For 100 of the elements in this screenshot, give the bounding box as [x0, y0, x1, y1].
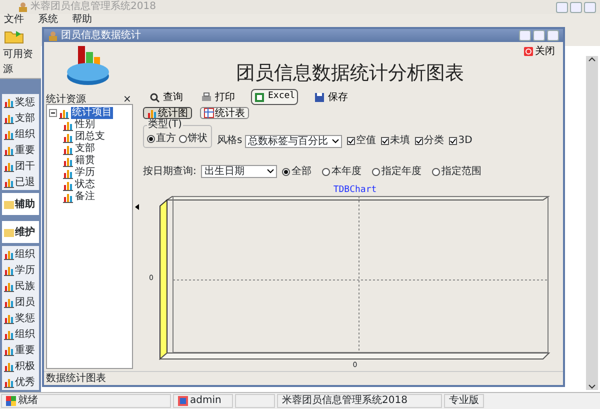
sidebar-item[interactable]: 学历	[2, 262, 39, 278]
chart-icon	[63, 156, 73, 166]
search-icon	[149, 92, 160, 102]
sidebar-item[interactable]: 组织	[2, 126, 39, 142]
folder-icon	[4, 199, 14, 209]
tree-item[interactable]: 籍贯	[49, 155, 130, 167]
style-dropdown[interactable]: 总数标签与百分比	[245, 135, 342, 148]
panel-title: 统计资源	[46, 92, 86, 104]
maximize-button[interactable]	[533, 30, 545, 41]
maximize-button[interactable]	[570, 2, 582, 12]
tree-item[interactable]: 备注	[49, 191, 130, 203]
tree-item[interactable]: 团总支	[49, 131, 130, 143]
status-text: 就绪	[18, 394, 38, 408]
chart-icon	[4, 144, 14, 156]
sidebar-item[interactable]: 团员	[2, 294, 39, 310]
sidebar-group[interactable]: 辅助	[2, 193, 39, 215]
check-icon	[416, 138, 422, 144]
menu-item[interactable]: 帮助	[72, 14, 92, 26]
radio-button[interactable]: 指定年度	[372, 164, 422, 179]
minimize-button[interactable]	[519, 30, 531, 41]
check-icon	[382, 138, 388, 144]
app-icon	[6, 396, 16, 406]
field-label: 按日期查询:	[143, 164, 196, 179]
chart-icon	[4, 96, 14, 108]
minimize-button[interactable]	[556, 2, 568, 12]
chart-icon	[63, 120, 73, 130]
radio-button[interactable]: 饼状	[178, 131, 208, 146]
toolbar-button[interactable]: 查询	[147, 90, 185, 104]
close-button[interactable]	[547, 30, 559, 41]
chart-icon	[4, 128, 14, 140]
chart-icon	[59, 108, 69, 118]
status-text: 专业版	[444, 394, 484, 408]
chart-icon	[4, 376, 14, 388]
toolbar-button[interactable]: 打印	[199, 90, 237, 104]
chart-icon	[4, 312, 14, 324]
folder-icon	[4, 28, 26, 44]
toolbar-button[interactable]: Excel	[251, 89, 298, 105]
sidebar-item[interactable]: 民族	[2, 278, 39, 294]
status-text: 米蓉团员信息管理系统2018	[277, 394, 442, 408]
sidebar-item[interactable]: 已退	[2, 174, 39, 190]
close-button[interactable]: 关闭	[520, 42, 559, 61]
table-icon	[204, 108, 214, 118]
sidebar-item[interactable]: 团干	[2, 158, 39, 174]
sidebar-item[interactable]: 优秀	[2, 374, 39, 390]
pie-chart-logo-icon	[66, 44, 112, 88]
date-field-dropdown[interactable]: 出生日期	[201, 165, 278, 178]
sidebar-item[interactable]: 组织	[2, 246, 39, 262]
radio-button[interactable]: 全部	[282, 164, 312, 179]
status-bar-panel	[235, 394, 275, 408]
user-icon	[178, 396, 188, 406]
radio-button[interactable]: 本年度	[322, 164, 362, 179]
collapse-arrow-icon	[135, 204, 140, 210]
sidebar-item[interactable]: 重要	[2, 142, 39, 158]
checkbox[interactable]: 分类	[415, 133, 444, 148]
close-button[interactable]	[584, 2, 596, 12]
menu-item[interactable]: 系统	[38, 14, 58, 26]
sidebar-item[interactable]: 组织	[2, 326, 39, 342]
tree-item[interactable]: 状态	[49, 179, 130, 191]
chart-icon	[4, 160, 14, 172]
tree-item[interactable]: 支部	[49, 143, 130, 155]
chart-icon	[4, 360, 14, 372]
app-icon	[18, 2, 28, 12]
checkbox[interactable]: 未填	[381, 133, 410, 148]
tree-item[interactable]: 学历	[49, 167, 130, 179]
toolbar-button[interactable]: 保存	[312, 90, 350, 104]
sidebar-item[interactable]: 奖惩	[2, 310, 39, 326]
check-icon	[450, 138, 456, 144]
chart-icon	[4, 328, 14, 340]
view-toggle-button[interactable]: 统计图	[143, 107, 192, 119]
chart-icon	[63, 180, 73, 190]
chart-icon	[4, 344, 14, 356]
menu-item[interactable]: 文件	[4, 14, 24, 26]
chart-icon	[4, 280, 14, 292]
checkbox[interactable]: 3D	[449, 133, 472, 148]
chart-icon	[63, 144, 73, 154]
chart-icon	[4, 264, 14, 276]
chart-icon	[63, 192, 73, 202]
sidebar-item[interactable]: 奖惩	[2, 94, 39, 110]
sidebar-group[interactable]: 维护	[2, 221, 39, 243]
sidebar-item[interactable]: 重要	[2, 342, 39, 358]
check-icon	[348, 138, 354, 144]
field-label: 风格s	[217, 134, 242, 148]
radio-button[interactable]: 直方	[147, 131, 176, 146]
status-text: admin	[190, 394, 222, 408]
checkbox[interactable]: 空值	[347, 133, 376, 148]
scrollbar[interactable]	[586, 56, 598, 390]
tree-item[interactable]: 性别	[49, 119, 130, 131]
sidebar-item[interactable]: 支部	[2, 110, 39, 126]
status-text: 数据统计图表	[44, 371, 563, 385]
radio-button[interactable]: 指定范围	[432, 164, 482, 179]
folder-icon	[4, 227, 14, 237]
collapse-icon	[49, 109, 57, 117]
view-toggle-button[interactable]: 统计表	[200, 107, 249, 119]
panel-title: 可用资源	[0, 46, 41, 79]
chart-icon	[63, 132, 73, 142]
chart-icon	[63, 168, 73, 178]
bar-chart-icon	[147, 108, 157, 118]
spreadsheet-icon	[254, 92, 265, 102]
sidebar-item[interactable]: 积极	[2, 358, 39, 374]
close-button[interactable]: ×	[123, 92, 132, 104]
